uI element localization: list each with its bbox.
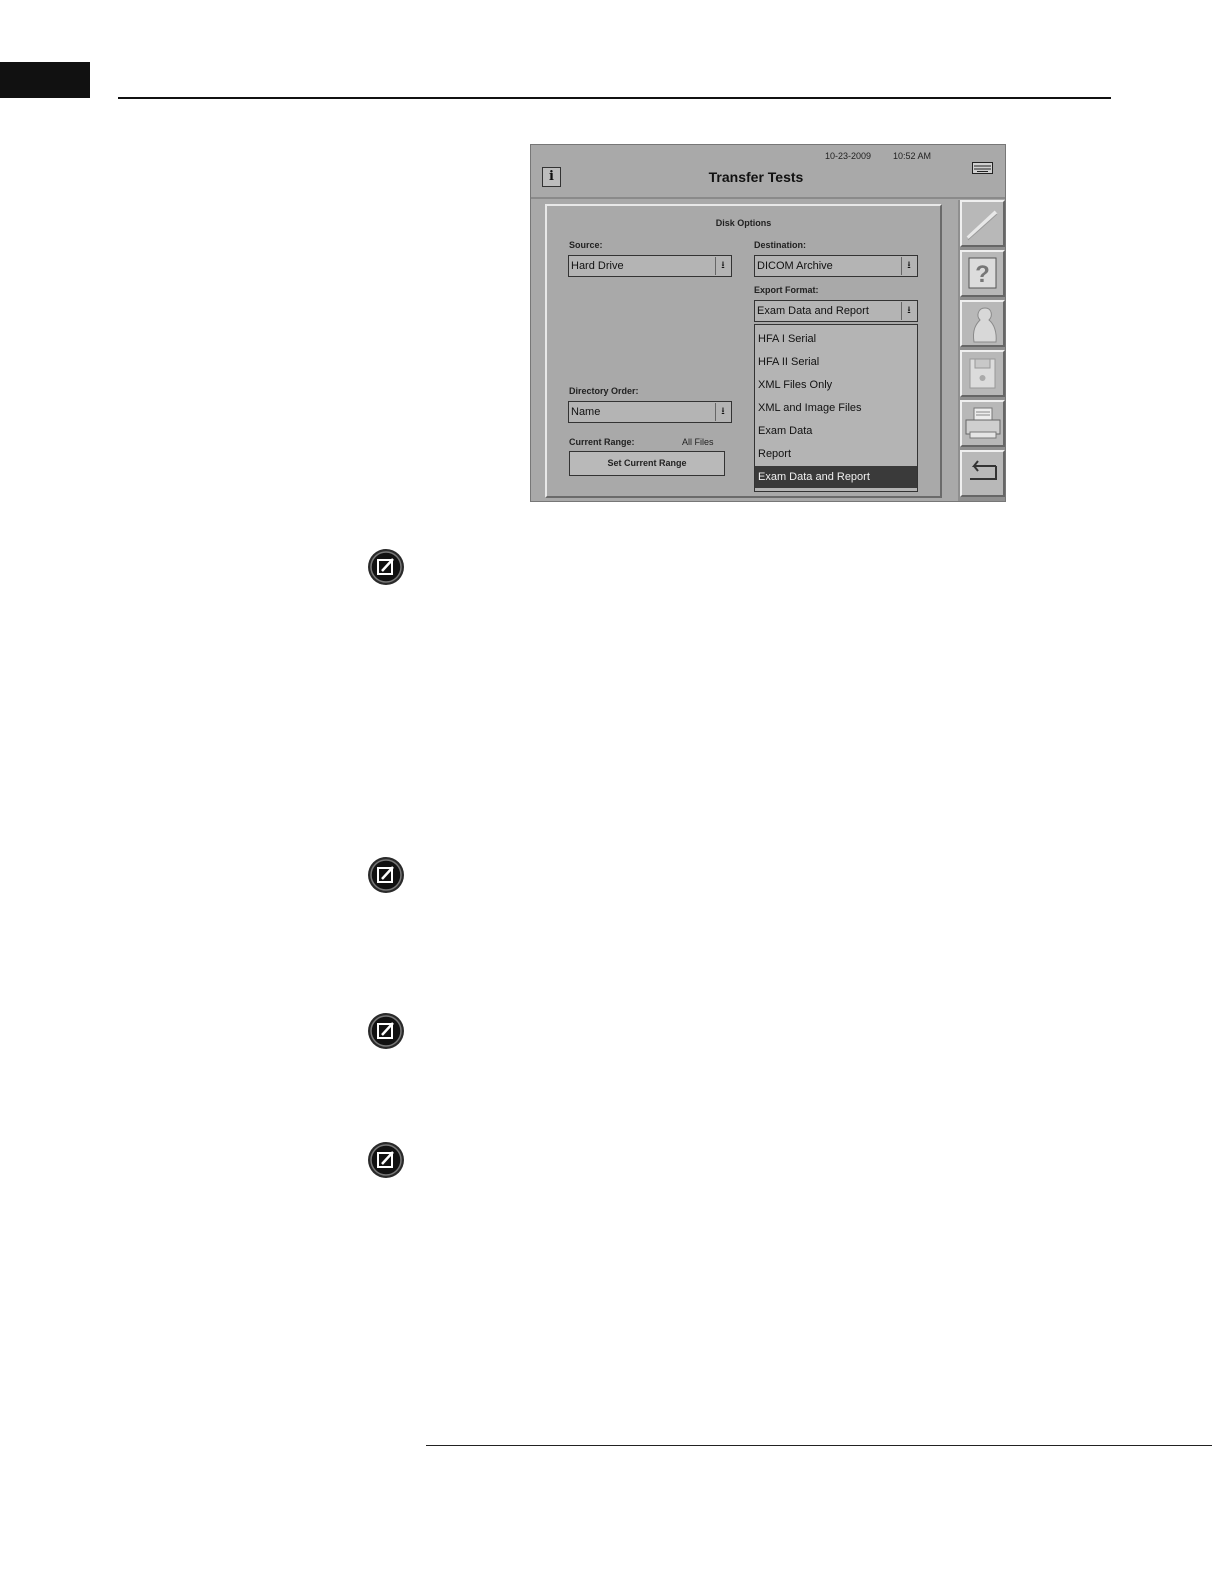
export-option[interactable]: HFA I Serial	[755, 328, 917, 350]
note-icon	[368, 549, 404, 585]
help-icon: ?	[968, 257, 997, 289]
screen-title: Transfer Tests	[708, 169, 804, 185]
title-bar: i 10-23-2009 10:52 AM Transfer Tests	[531, 145, 1005, 199]
source-value: Hard Drive	[571, 260, 624, 272]
set-current-range-button[interactable]: Set Current Range	[569, 451, 725, 476]
export-format-value: Exam Data and Report	[757, 305, 869, 317]
sidebar-button[interactable]	[960, 200, 1005, 247]
download-arrow-icon: ⭳	[715, 403, 730, 421]
chapter-tab	[0, 62, 90, 98]
current-range-label: Current Range:	[569, 437, 635, 447]
footer-rule	[426, 1445, 1212, 1446]
disk-options-panel: Disk Options Source: Hard Drive ⭳ Destin…	[545, 204, 942, 498]
panel-title: Disk Options	[715, 218, 772, 228]
export-format-list: HFA I Serial HFA II Serial XML Files Onl…	[754, 324, 918, 492]
source-dropdown[interactable]: Hard Drive ⭳	[568, 255, 732, 277]
download-arrow-icon: ⭳	[901, 302, 916, 320]
export-option[interactable]: Report	[755, 443, 917, 465]
sidebar-button[interactable]	[960, 300, 1005, 347]
export-option[interactable]: HFA II Serial	[755, 351, 917, 373]
patient-icon	[973, 307, 997, 343]
info-button[interactable]: i	[542, 167, 561, 187]
export-option-selected[interactable]: Exam Data and Report	[755, 466, 917, 488]
source-label: Source:	[569, 240, 603, 250]
download-arrow-icon: ⭳	[715, 257, 730, 275]
svg-text:?: ?	[975, 261, 990, 288]
sidebar-button[interactable]	[960, 400, 1005, 447]
directory-order-label: Directory Order:	[569, 386, 639, 396]
note-icon	[368, 1013, 404, 1049]
destination-label: Destination:	[754, 240, 807, 250]
printer-icon	[965, 407, 1001, 439]
time-display: 10:52 AM	[893, 151, 932, 161]
keyboard-icon[interactable]	[972, 162, 993, 174]
sidebar-button[interactable]: ?	[960, 250, 1005, 297]
sidebar-button[interactable]	[960, 450, 1005, 497]
current-range-value: All Files	[682, 437, 714, 447]
transfer-tests-screenshot: i 10-23-2009 10:52 AM Transfer Tests Dis…	[530, 144, 1006, 502]
pen-icon	[966, 210, 998, 241]
sidebar: ?	[958, 200, 1005, 501]
sidebar-button[interactable]	[960, 350, 1005, 397]
export-format-label: Export Format:	[754, 285, 819, 295]
export-option[interactable]: XML and Image Files	[755, 397, 917, 419]
export-option[interactable]: Exam Data	[755, 420, 917, 442]
destination-value: DICOM Archive	[757, 260, 833, 272]
download-arrow-icon: ⭳	[901, 257, 916, 275]
note-icon	[368, 857, 404, 893]
export-option[interactable]: XML Files Only	[755, 374, 917, 396]
date-display: 10-23-2009	[825, 151, 872, 161]
return-icon	[970, 460, 997, 480]
note-icon	[368, 1142, 404, 1178]
directory-order-dropdown[interactable]: Name ⭳	[568, 401, 732, 423]
disk-icon	[969, 358, 996, 389]
header-rule	[118, 97, 1111, 99]
export-format-dropdown[interactable]: Exam Data and Report ⭳	[754, 300, 918, 322]
destination-dropdown[interactable]: DICOM Archive ⭳	[754, 255, 918, 277]
directory-order-value: Name	[571, 406, 601, 418]
